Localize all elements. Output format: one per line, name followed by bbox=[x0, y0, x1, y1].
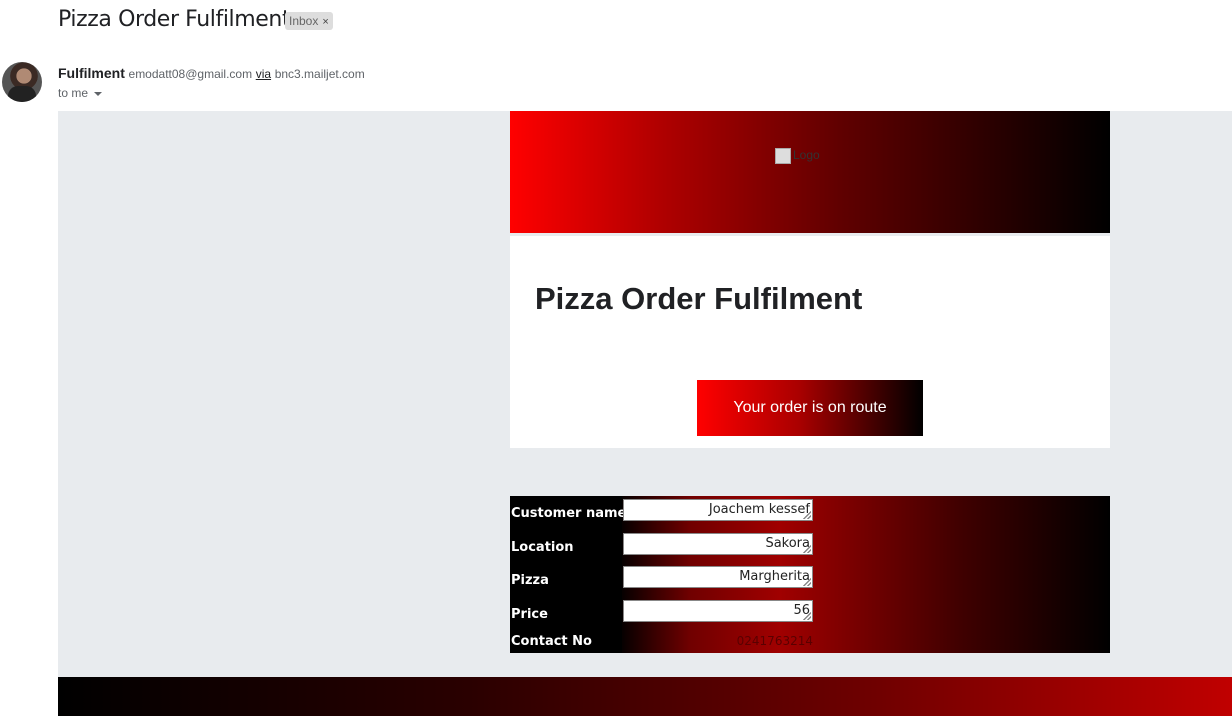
footer-banner bbox=[58, 677, 1232, 716]
resize-grip-icon[interactable] bbox=[803, 545, 811, 553]
contact-value: 0241763214 bbox=[736, 634, 813, 648]
inbox-label-chip[interactable]: Inbox × bbox=[285, 12, 333, 30]
order-card: Pizza Order Fulfilment Your order is on … bbox=[510, 236, 1110, 448]
chevron-down-icon[interactable] bbox=[94, 91, 103, 96]
hero-banner: Logo bbox=[510, 111, 1110, 233]
remove-label-icon[interactable]: × bbox=[322, 16, 328, 28]
via-domain: bnc3.mailjet.com bbox=[274, 67, 365, 81]
resize-grip-icon[interactable] bbox=[803, 612, 811, 620]
email-body: Logo Pizza Order Fulfilment Your order i… bbox=[58, 111, 1232, 677]
customer-name-label: Customer name bbox=[511, 506, 627, 521]
logo-alt-text: Logo bbox=[793, 148, 820, 163]
sender-avatar[interactable] bbox=[2, 62, 42, 102]
pizza-field[interactable]: Margherita bbox=[623, 566, 813, 588]
broken-image-icon bbox=[775, 148, 791, 164]
via-link[interactable]: via bbox=[256, 67, 271, 81]
sender-email: emodatt08@gmail.com bbox=[128, 67, 253, 81]
sender-name[interactable]: Fulfilment bbox=[58, 65, 125, 81]
price-label: Price bbox=[511, 607, 548, 622]
pizza-label: Pizza bbox=[511, 573, 549, 588]
email-heading: Pizza Order Fulfilment bbox=[535, 281, 863, 316]
resize-grip-icon[interactable] bbox=[803, 578, 811, 586]
price-field[interactable]: 56 bbox=[623, 600, 813, 622]
email-subject: Pizza Order Fulfilment bbox=[58, 7, 291, 32]
location-field[interactable]: Sakora bbox=[623, 533, 813, 555]
customer-name-value: Joachem kessef bbox=[708, 502, 810, 517]
customer-name-field[interactable]: Joachem kessef bbox=[623, 499, 813, 521]
contact-label: Contact No bbox=[511, 634, 592, 649]
recipient-text: to me bbox=[58, 86, 89, 100]
location-label: Location bbox=[511, 540, 574, 555]
logo-image: Logo bbox=[775, 148, 820, 164]
order-details-table: Customer name Joachem kessef Location Sa… bbox=[510, 496, 1110, 653]
resize-grip-icon[interactable] bbox=[803, 511, 811, 519]
pizza-value: Margherita bbox=[739, 569, 810, 584]
inbox-label-text: Inbox bbox=[289, 14, 319, 28]
sender-line: Fulfilment emodatt08@gmail.com via bnc3.… bbox=[58, 65, 365, 81]
order-status-button[interactable]: Your order is on route bbox=[697, 380, 923, 436]
recipient-details-toggle[interactable]: to me bbox=[58, 86, 103, 100]
